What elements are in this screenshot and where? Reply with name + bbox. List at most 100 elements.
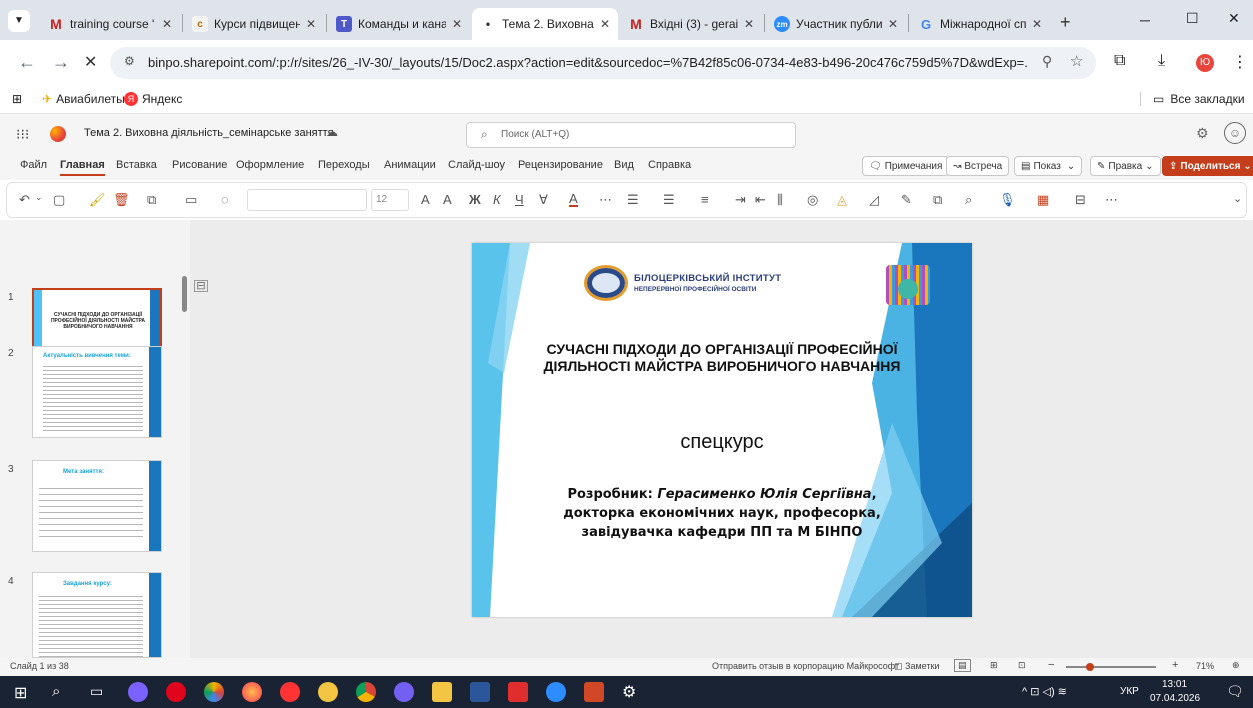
app-icon-colorful[interactable] xyxy=(204,682,224,702)
bullets-icon[interactable]: ☰ xyxy=(627,192,639,208)
undo-icon[interactable]: ↶ xyxy=(19,192,30,208)
columns-icon[interactable]: ⫼ xyxy=(777,192,783,208)
tab-design[interactable]: Оформление xyxy=(236,159,304,171)
app-icon-purple[interactable] xyxy=(128,682,148,702)
browser-tab[interactable]: M training course ' ✕ xyxy=(40,8,180,40)
font-name-select[interactable] xyxy=(247,189,367,211)
bookmark-item[interactable]: Я Яндекс xyxy=(124,92,182,106)
bookmark-star-icon[interactable]: ☆ xyxy=(1070,52,1083,70)
underline-icon[interactable]: Ч xyxy=(515,192,524,207)
grow-font-icon[interactable]: A xyxy=(421,192,430,207)
numbering-icon[interactable]: ☰ xyxy=(663,192,675,208)
download-icon[interactable]: ⤓ xyxy=(1158,52,1165,70)
app-launcher-icon[interactable]: ⁝⁝⁝ xyxy=(16,126,29,143)
close-tab-icon[interactable]: ✕ xyxy=(162,17,172,31)
close-tab-icon[interactable]: ✕ xyxy=(1032,17,1042,31)
tab-review[interactable]: Рецензирование xyxy=(518,159,603,171)
zoom-slider-thumb[interactable] xyxy=(1086,663,1094,671)
font-size-select[interactable]: 12 xyxy=(371,189,409,211)
bookmark-item[interactable]: ✈ Авиабилеты xyxy=(42,92,125,106)
fit-slide-icon[interactable]: ⊕ xyxy=(1232,660,1240,671)
slide-thumbnail-3[interactable]: Мета заняття: xyxy=(32,460,162,552)
tab-transitions[interactable]: Переходы xyxy=(318,159,370,171)
slide-thumbnail-2[interactable]: Актуальність вивчення теми: xyxy=(32,346,162,438)
slide-subtitle[interactable]: спецкурс xyxy=(472,431,972,454)
tab-file[interactable]: Файл xyxy=(20,159,47,171)
hide-slide-icon[interactable]: ◌ xyxy=(221,192,229,207)
notifications-icon[interactable]: 🗨 xyxy=(1226,683,1244,700)
find-icon[interactable]: ⌕ xyxy=(965,192,972,208)
comments-button[interactable]: 🗨 Примечания xyxy=(862,156,950,176)
collapse-pane-icon[interactable]: ⊟ xyxy=(194,280,208,292)
language-indicator[interactable]: УКР xyxy=(1120,686,1139,697)
paste-icon[interactable]: ▢ xyxy=(53,192,65,208)
task-view-icon[interactable]: ▭ xyxy=(90,683,103,700)
shapes-icon[interactable]: ◎ xyxy=(807,192,818,208)
all-bookmarks[interactable]: ▭ Все закладки xyxy=(1140,92,1245,106)
new-tab-button[interactable]: + xyxy=(1060,12,1071,33)
thumbnail-scrollbar[interactable] xyxy=(182,276,187,312)
arrange-icon[interactable]: ⧉ xyxy=(933,192,942,208)
share-button[interactable]: ⇪ Поделиться ⌄ xyxy=(1162,156,1253,176)
tab-slideshow[interactable]: Слайд-шоу xyxy=(448,159,505,171)
bold-icon[interactable]: Ж xyxy=(469,192,481,207)
chrome-icon[interactable] xyxy=(356,682,376,702)
settings-icon[interactable]: ⚙ xyxy=(1196,125,1209,142)
site-info-icon[interactable]: ⚙ xyxy=(124,54,135,68)
opera-icon[interactable] xyxy=(166,682,186,702)
close-tab-icon[interactable]: ✕ xyxy=(744,17,754,31)
forward-icon[interactable]: → xyxy=(52,52,70,73)
browser-tab[interactable]: zm Участник публи ✕ xyxy=(766,8,906,40)
word-icon[interactable] xyxy=(470,682,490,702)
close-window-icon[interactable]: ✕ xyxy=(1228,10,1240,27)
highlight-icon[interactable]: ∀ xyxy=(539,192,548,208)
clock-date[interactable]: 07.04.2026 xyxy=(1150,693,1200,704)
tab-search-button[interactable]: ▼ xyxy=(8,10,30,32)
tab-insert[interactable]: Вставка xyxy=(116,159,157,171)
zoom-page-icon[interactable]: ⚲ xyxy=(1042,53,1052,70)
browser-tab[interactable]: G Міжнародної сп ✕ xyxy=(910,8,1050,40)
viber-icon[interactable] xyxy=(394,682,414,702)
apps-grid-icon[interactable]: ⊞ xyxy=(12,92,22,106)
more-options-icon[interactable]: ⋯ xyxy=(1105,192,1118,208)
effects-icon[interactable]: ✎ xyxy=(901,192,912,208)
extensions-icon[interactable]: ⧉ xyxy=(1114,52,1125,70)
designer-icon[interactable]: ▦ xyxy=(1037,192,1049,208)
align-icon[interactable]: ≡ xyxy=(701,192,709,207)
document-title[interactable]: Тема 2. Виховна діяльність_семінарське з… xyxy=(84,127,334,139)
minimize-icon[interactable]: ─ xyxy=(1140,12,1150,28)
zoom-in-icon[interactable]: + xyxy=(1172,659,1178,671)
zoom-app-icon[interactable] xyxy=(546,682,566,702)
browser-tab[interactable]: T Команды и кана ✕ xyxy=(328,8,470,40)
account-icon[interactable]: ☺ xyxy=(1224,122,1246,144)
clock-time[interactable]: 13:01 xyxy=(1162,679,1187,690)
tray-icons[interactable]: ^ ⊡ ◁) ≋ xyxy=(1022,685,1067,698)
tab-draw[interactable]: Рисование xyxy=(172,159,227,171)
outline-icon[interactable]: ◿ xyxy=(869,192,879,208)
search-box[interactable]: ⌕ Поиск (ALT+Q) xyxy=(466,122,796,148)
zoom-level[interactable]: 71% xyxy=(1196,661,1214,671)
expand-ribbon-icon[interactable]: ⌄ xyxy=(1233,192,1242,205)
back-icon[interactable]: ← xyxy=(18,52,36,73)
chevron-down-icon[interactable]: ⌄ xyxy=(35,192,43,203)
zoom-slider[interactable] xyxy=(1066,663,1156,671)
delete-icon[interactable]: 🗑 xyxy=(113,192,130,208)
menu-kebab-icon[interactable]: ⋮ xyxy=(1232,52,1248,72)
slide-sorter-icon[interactable]: ⊞ xyxy=(990,660,998,671)
slide-thumbnail-4[interactable]: Завдання курсу: xyxy=(32,572,162,658)
indent-icon[interactable]: ⇥ xyxy=(735,192,746,208)
slide-title[interactable]: СУЧАСНІ ПІДХОДИ ДО ОРГАНІЗАЦІЇ ПРОФЕСІЙН… xyxy=(512,341,932,375)
close-tab-icon[interactable]: ✕ xyxy=(888,17,898,31)
tab-help[interactable]: Справка xyxy=(648,159,691,171)
editing-mode-button[interactable]: ✎ Правка ⌄ xyxy=(1090,156,1161,176)
reading-view-icon[interactable]: ⊡ xyxy=(1018,660,1026,671)
new-slide-icon[interactable]: ⧉ xyxy=(147,192,156,208)
slide-thumbnails-pane[interactable]: 1 СУЧАСНІ ПІДХОДИ ДО ОРГАНІЗАЦІЇ ПРОФЕСІ… xyxy=(0,220,190,658)
chevron-down-icon[interactable]: ⌄ xyxy=(1067,161,1075,172)
address-bar[interactable]: ⚙ binpo.sharepoint.com/:p:/r/sites/26_-I… xyxy=(110,47,1096,79)
outdent-icon[interactable]: ⇤ xyxy=(755,192,766,208)
more-font-icon[interactable]: ⋯ xyxy=(599,192,612,208)
close-tab-icon[interactable]: ✕ xyxy=(306,17,316,31)
windows-start-icon[interactable]: ⊞ xyxy=(14,683,27,703)
stop-icon[interactable]: ✕ xyxy=(84,52,97,72)
